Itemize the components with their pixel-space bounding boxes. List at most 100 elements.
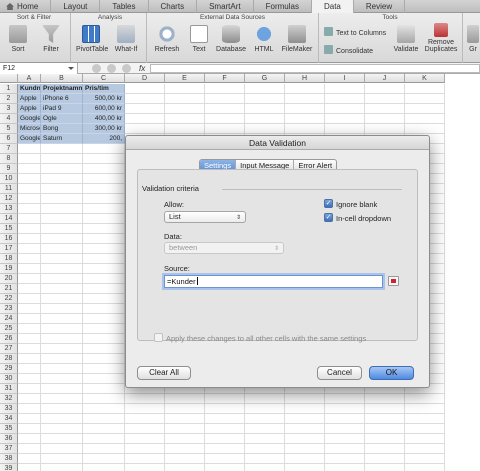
grid-cell[interactable] xyxy=(18,294,41,304)
row-header[interactable]: 17 xyxy=(0,244,18,254)
filter-button[interactable]: Filter xyxy=(38,25,64,53)
grid-cell[interactable] xyxy=(405,394,445,404)
tab-tables[interactable]: Tables xyxy=(100,0,149,13)
grid-cell[interactable] xyxy=(125,84,165,94)
grid-cell[interactable] xyxy=(83,184,125,194)
grid-cell[interactable] xyxy=(41,434,83,444)
grid-cell[interactable] xyxy=(18,274,41,284)
grid-cell[interactable] xyxy=(83,224,125,234)
row-header[interactable]: 28 xyxy=(0,354,18,364)
row-header[interactable]: 7 xyxy=(0,144,18,154)
grid-cell[interactable] xyxy=(405,94,445,104)
grid-cell[interactable] xyxy=(41,204,83,214)
grid-cell[interactable] xyxy=(405,114,445,124)
grid-cell[interactable] xyxy=(245,424,285,434)
grid-cell[interactable] xyxy=(285,444,325,454)
grid-cell[interactable] xyxy=(125,424,165,434)
data-cell[interactable]: 600,00 kr xyxy=(83,104,125,114)
data-cell[interactable]: 400,00 kr xyxy=(83,114,125,124)
grid-cell[interactable] xyxy=(83,264,125,274)
name-box[interactable]: F12 xyxy=(0,63,78,74)
range-selector-button[interactable] xyxy=(388,276,399,286)
grid-cell[interactable] xyxy=(165,394,205,404)
grid-cell[interactable] xyxy=(325,414,365,424)
row-header[interactable]: 1 xyxy=(0,84,18,94)
grid-cell[interactable] xyxy=(165,84,205,94)
grid-cell[interactable] xyxy=(41,224,83,234)
grid-cell[interactable] xyxy=(83,204,125,214)
grid-cell[interactable] xyxy=(165,114,205,124)
grid-cell[interactable] xyxy=(83,244,125,254)
grid-cell[interactable] xyxy=(18,464,41,471)
grid-cell[interactable] xyxy=(83,154,125,164)
grid-cell[interactable] xyxy=(125,394,165,404)
grid-cell[interactable] xyxy=(205,84,245,94)
row-header[interactable]: 35 xyxy=(0,424,18,434)
grid-cell[interactable] xyxy=(41,244,83,254)
grid-cell[interactable] xyxy=(365,104,405,114)
grid-cell[interactable] xyxy=(285,454,325,464)
grid-cell[interactable] xyxy=(83,464,125,471)
tab-layout[interactable]: Layout xyxy=(51,0,101,13)
row-header[interactable]: 5 xyxy=(0,124,18,134)
grid-cell[interactable] xyxy=(285,84,325,94)
grid-cell[interactable] xyxy=(325,104,365,114)
tab-data[interactable]: Data xyxy=(311,0,354,13)
grid-cell[interactable] xyxy=(18,284,41,294)
grid-cell[interactable] xyxy=(41,174,83,184)
row-header[interactable]: 3 xyxy=(0,104,18,114)
row-header[interactable]: 14 xyxy=(0,214,18,224)
clear-all-button[interactable]: Clear All xyxy=(137,366,191,380)
grid-cell[interactable] xyxy=(18,414,41,424)
allow-select[interactable]: List ⇕ xyxy=(164,211,246,223)
grid-cell[interactable] xyxy=(405,464,445,471)
grid-cell[interactable] xyxy=(41,424,83,434)
row-header[interactable]: 34 xyxy=(0,414,18,424)
column-header[interactable]: D xyxy=(125,74,165,83)
grid-cell[interactable] xyxy=(18,264,41,274)
grid-cell[interactable] xyxy=(83,284,125,294)
row-header[interactable]: 30 xyxy=(0,374,18,384)
grid-cell[interactable] xyxy=(125,414,165,424)
grid-cell[interactable] xyxy=(83,384,125,394)
header-cell[interactable]: Kundnamn xyxy=(18,84,41,94)
confirm-icon[interactable] xyxy=(122,64,131,73)
grid-cell[interactable] xyxy=(325,434,365,444)
grid-cell[interactable] xyxy=(125,454,165,464)
grid-cell[interactable] xyxy=(83,434,125,444)
grid-cell[interactable] xyxy=(18,254,41,264)
grid-cell[interactable] xyxy=(41,444,83,454)
column-header[interactable]: I xyxy=(325,74,365,83)
grid-cell[interactable] xyxy=(18,204,41,214)
grid-cell[interactable] xyxy=(18,394,41,404)
grid-cell[interactable] xyxy=(18,384,41,394)
grid-cell[interactable] xyxy=(405,424,445,434)
grid-cell[interactable] xyxy=(365,394,405,404)
row-header[interactable]: 10 xyxy=(0,174,18,184)
grid-cell[interactable] xyxy=(165,414,205,424)
grid-cell[interactable] xyxy=(365,114,405,124)
grid-cell[interactable] xyxy=(285,424,325,434)
grid-cell[interactable] xyxy=(41,274,83,284)
grid-cell[interactable] xyxy=(205,444,245,454)
grid-cell[interactable] xyxy=(165,464,205,471)
grid-cell[interactable] xyxy=(18,334,41,344)
data-cell[interactable]: Google xyxy=(18,114,41,124)
group-button[interactable]: Gr xyxy=(466,25,480,53)
grid-cell[interactable] xyxy=(325,94,365,104)
formula-input[interactable] xyxy=(150,64,480,73)
grid-cell[interactable] xyxy=(83,314,125,324)
apply-all-checkbox[interactable] xyxy=(154,333,163,342)
text-to-columns-button[interactable]: Text to Columns xyxy=(324,27,386,37)
grid-cell[interactable] xyxy=(365,414,405,424)
grid-cell[interactable] xyxy=(83,344,125,354)
grid-cell[interactable] xyxy=(325,404,365,414)
grid-cell[interactable] xyxy=(18,344,41,354)
grid-cell[interactable] xyxy=(83,234,125,244)
grid-cell[interactable] xyxy=(205,114,245,124)
row-header[interactable]: 9 xyxy=(0,164,18,174)
grid-cell[interactable] xyxy=(18,314,41,324)
column-header[interactable]: E xyxy=(165,74,205,83)
grid-cell[interactable] xyxy=(41,184,83,194)
grid-cell[interactable] xyxy=(245,94,285,104)
